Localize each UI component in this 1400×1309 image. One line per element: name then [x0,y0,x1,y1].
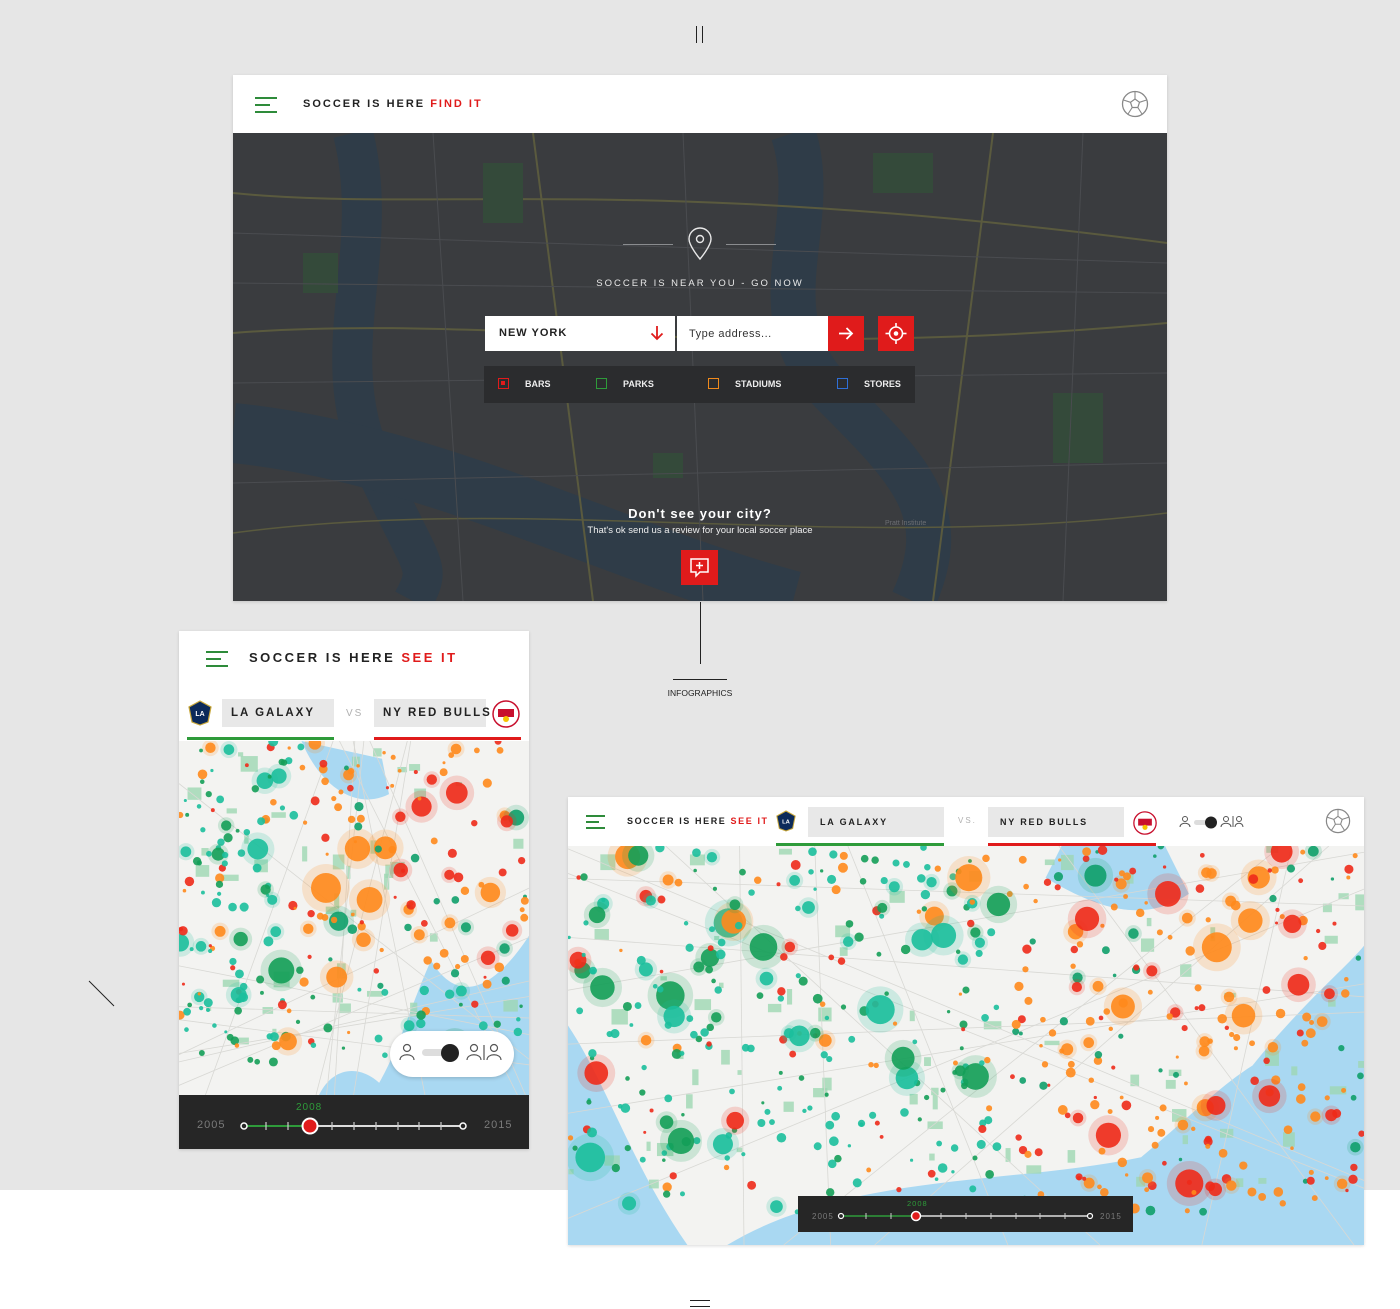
decorative-mark [690,1306,710,1307]
no-city-subtitle: That's ok send us a review for your loca… [587,525,813,536]
timeline-handle[interactable] [910,1210,922,1222]
team-b-field[interactable]: NY RED BULLS [374,699,490,727]
arrow-down-icon [650,326,664,341]
filter-label-stadiums: STADIUMS [735,379,782,389]
timeline-slider[interactable] [239,1115,469,1137]
team-a-underline [187,737,334,740]
hamburger-menu-icon[interactable] [586,815,605,834]
soccer-ball-icon[interactable] [1121,90,1149,118]
pin-divider [623,227,776,263]
connector-line [700,602,701,664]
team-a-field[interactable]: LA GALAXY [808,807,944,837]
red-bulls-logo [1133,811,1157,835]
red-bulls-logo [492,700,520,728]
decorative-mark [702,26,703,43]
timeline-current-year: 2008 [907,1199,928,1208]
locate-me-button[interactable] [878,316,914,351]
brand-accent: SEE IT [401,650,458,665]
filter-label-bars: BARS [525,379,551,389]
brand-accent: FIND IT [430,98,483,110]
arrow-right-icon [839,327,854,340]
decorative-mark [696,26,697,43]
brand-prefix: SOCCER IS HERE [249,650,396,665]
brand-prefix: SOCCER IS HERE [627,816,727,826]
year-timeline[interactable]: 2005 2015 2008 [798,1196,1133,1232]
timeline-slider[interactable] [836,1208,1096,1224]
brand-title: SOCCER IS HERE SEE IT [249,650,458,665]
city-dropdown[interactable]: NEW YORK [485,316,675,351]
checkbox-bars[interactable] [498,378,509,389]
fan-density-map [568,846,1364,1245]
mobile-header: SOCCER IS HERE SEE IT [179,631,529,686]
team-selector: LA LA GALAXY VS NY RED BULLS [179,686,529,741]
decorative-mark [690,1300,710,1301]
brand-title: SOCCER IS HERE SEE IT [627,816,769,826]
toggle-graphic [399,1043,502,1062]
brand-prefix: SOCCER IS HERE [303,98,426,110]
la-galaxy-logo: LA [776,810,796,832]
add-comment-icon [690,558,709,578]
city-value: NEW YORK [499,327,568,339]
team-b-field[interactable]: NY RED BULLS [988,807,1124,837]
soccer-ball-icon[interactable] [1325,808,1351,834]
fan-type-toggle[interactable] [1178,812,1244,832]
infographics-label: INFOGRAPHICS [667,688,733,698]
svg-text:LA: LA [195,711,204,718]
mobile-infographic-screen: SOCCER IS HERE SEE IT LA LA GALAXY VS NY… [179,631,529,1149]
brand-title: SOCCER IS HERE FIND IT [303,98,483,110]
go-button[interactable] [828,316,864,351]
filter-label-parks: PARKS [623,379,654,389]
filter-label-stores: STORES [864,379,901,389]
year-timeline[interactable]: 2005 2015 2008 [179,1095,529,1149]
no-city-title: Don't see your city? [628,506,772,521]
connector-line [673,679,727,680]
city-map[interactable]: SOCCER IS NEAR YOU - GO NOW NEW YORK Typ… [233,133,1167,601]
la-galaxy-logo: LA [188,700,212,726]
team-b-underline [374,737,521,740]
send-review-button[interactable] [681,550,718,585]
hamburger-menu-icon[interactable] [255,97,277,118]
crosshair-icon [885,323,907,344]
brand-accent: SEE IT [730,816,769,826]
address-input[interactable] [677,316,828,351]
checkbox-stadiums[interactable] [708,378,719,389]
finder-header: SOCCER IS HERE FIND IT [233,75,1167,133]
desktop-header: SOCCER IS HERE SEE IT LA LA GALAXY VS. N… [568,797,1364,846]
fan-type-toggle[interactable] [390,1031,514,1077]
vs-label: VS [346,708,364,719]
tagline: SOCCER IS NEAR YOU - GO NOW [596,278,804,289]
timeline-end-year: 2015 [1100,1212,1122,1221]
usa-fan-map[interactable] [568,846,1364,1245]
decorative-diagonal [88,980,115,1007]
timeline-end-year: 2015 [484,1119,513,1131]
location-pin-icon [688,227,712,261]
hamburger-menu-icon[interactable] [206,651,228,672]
finder-screen: SOCCER IS HERE FIND IT SOCCER IS NEAR YO… [233,75,1167,601]
timeline-start-year: 2005 [197,1119,226,1131]
timeline-handle[interactable] [301,1117,319,1135]
category-filters: BARS PARKS STADIUMS STORES [484,366,915,403]
checkbox-stores[interactable] [837,378,848,389]
timeline-start-year: 2005 [812,1212,834,1221]
team-a-field[interactable]: LA GALAXY [222,699,334,727]
vs-label: VS. [958,816,977,825]
timeline-current-year: 2008 [296,1102,323,1113]
checkbox-parks[interactable] [596,378,607,389]
desktop-infographic-screen: SOCCER IS HERE SEE IT LA LA GALAXY VS. N… [568,797,1364,1245]
svg-text:LA: LA [782,820,791,826]
